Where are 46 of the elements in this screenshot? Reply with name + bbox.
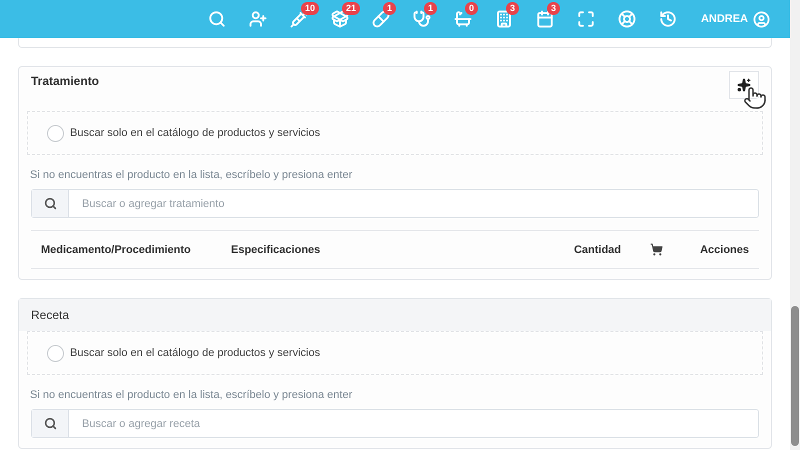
building-button[interactable]: 3 — [484, 0, 525, 38]
count-badge: 1 — [382, 2, 396, 15]
scrollbar[interactable] — [790, 0, 800, 450]
cart-icon — [650, 243, 662, 256]
column-header: Cantidad — [572, 244, 622, 256]
pills-icon — [372, 10, 390, 28]
count-badge: 3 — [546, 2, 560, 15]
add-user-icon — [249, 10, 268, 28]
box-button[interactable]: 21 — [320, 0, 361, 38]
calendar-button[interactable]: 3 — [524, 0, 566, 38]
hint-text: Si no encuentras el producto en la lista, escríbelo y presiona enter — [30, 389, 354, 401]
search-icon — [208, 10, 226, 28]
count-badge: 10 — [300, 2, 319, 15]
sparkle-icon — [737, 78, 751, 92]
stethoscope-button[interactable]: 1 — [402, 0, 443, 38]
count-badge: 0 — [464, 2, 478, 15]
radio-button[interactable] — [47, 124, 64, 142]
radio-label[interactable]: Buscar solo en el catálogo de productos y servicios — [70, 347, 320, 359]
expand-icon — [577, 10, 596, 28]
user-name[interactable]: ANDREA — [700, 13, 748, 25]
lifebuoy-icon — [618, 10, 636, 28]
count-badge: 3 — [506, 2, 519, 15]
count-badge: 1 — [424, 2, 437, 15]
user-icon[interactable] — [753, 10, 770, 28]
syringe-icon — [290, 10, 308, 28]
bath-button[interactable]: 0 — [442, 0, 484, 38]
section-title: Tratamiento — [31, 74, 100, 88]
building-icon — [495, 10, 514, 28]
stethoscope-icon — [413, 10, 432, 28]
hint-text: Si no encuentras el producto en la lista, escríbelo y presiona enter — [30, 169, 354, 181]
radio-label[interactable]: Buscar solo en el catálogo de productos y servicios — [70, 127, 320, 139]
hand-cursor-icon — [743, 86, 767, 110]
search-icon — [44, 417, 56, 430]
history-icon — [659, 10, 678, 28]
column-header: Acciones — [699, 244, 750, 256]
syringe-button[interactable]: 10 — [278, 0, 320, 38]
calendar-icon — [536, 10, 554, 28]
radio-button[interactable] — [47, 344, 64, 362]
search-icon — [44, 197, 56, 210]
bath-icon — [454, 10, 472, 28]
pills-button[interactable]: 1 — [360, 0, 402, 38]
column-header: Especificaciones — [231, 244, 322, 256]
section-title: Receta — [31, 308, 70, 322]
count-badge: 21 — [342, 2, 360, 15]
column-header: Medicamento/Procedimiento — [40, 244, 192, 256]
box-icon — [331, 10, 350, 28]
